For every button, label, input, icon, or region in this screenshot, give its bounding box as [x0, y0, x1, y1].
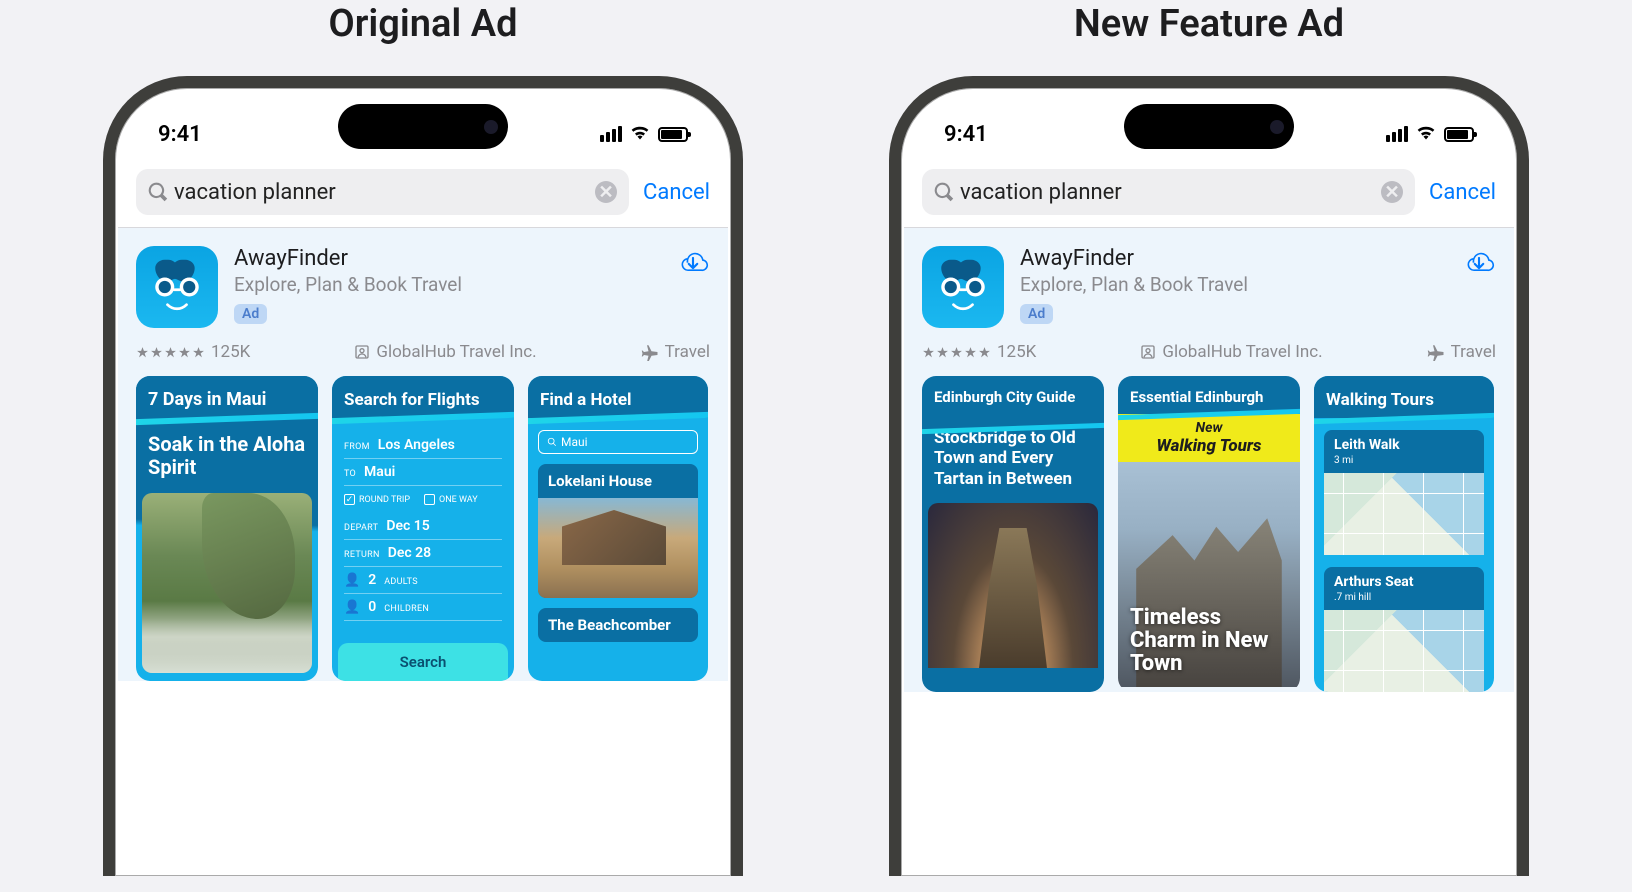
walking-tours-banner: New Walking Tours — [1118, 414, 1300, 462]
screenshot-card-essential-edinburgh[interactable]: Essential Edinburgh New Walking Tours Ti… — [1118, 376, 1300, 692]
signal-icon — [1386, 126, 1408, 142]
clear-search-button[interactable]: ✕ — [595, 181, 617, 203]
plane-icon — [1427, 343, 1445, 361]
category: Travel — [641, 342, 710, 362]
rating: 125K — [922, 342, 1036, 362]
app-icon[interactable] — [136, 246, 218, 328]
app-tagline: Explore, Plan & Book Travel — [1020, 273, 1446, 296]
tour-arthurs-seat[interactable]: Arthurs Seat .7 mi hill — [1324, 567, 1484, 692]
new-feature-ad-column: New Feature Ad 9:41 vacation planner ✕ C… — [889, 0, 1529, 892]
download-button[interactable] — [1462, 246, 1496, 284]
screenshot-card-flights[interactable]: Search for Flights FROMLos Angeles TOMau… — [332, 376, 514, 681]
screenshot-card-walking-tours[interactable]: Walking Tours Leith Walk 3 mi Arthurs Se… — [1314, 376, 1494, 692]
battery-icon — [658, 127, 688, 142]
clear-search-button[interactable]: ✕ — [1381, 181, 1403, 203]
search-input[interactable]: vacation planner ✕ — [922, 169, 1415, 215]
phone-mockup-right: 9:41 vacation planner ✕ Cancel — [889, 76, 1529, 876]
star-icon — [136, 346, 205, 359]
wifi-icon — [1416, 124, 1436, 144]
screenshot-card-hotel[interactable]: Find a Hotel Maui Lokelani House — [528, 376, 708, 681]
phone-mockup-left: 9:41 vacation planner ✕ Cancel — [103, 76, 743, 876]
maui-image — [142, 493, 312, 673]
dynamic-island — [338, 104, 508, 149]
heading-original: Original Ad — [329, 2, 518, 46]
developer: GlobalHub Travel Inc. — [354, 342, 536, 362]
flight-search-button[interactable]: Search — [338, 643, 508, 681]
cancel-button[interactable]: Cancel — [1429, 180, 1496, 205]
hotel-search-input[interactable]: Maui — [538, 430, 698, 454]
wifi-icon — [630, 124, 650, 144]
ad-result: AwayFinder Explore, Plan & Book Travel A… — [118, 228, 728, 681]
ad-badge: Ad — [1020, 304, 1053, 324]
developer: GlobalHub Travel Inc. — [1140, 342, 1322, 362]
cancel-button[interactable]: Cancel — [643, 180, 710, 205]
heading-new: New Feature Ad — [1074, 2, 1344, 46]
status-time: 9:41 — [158, 122, 202, 147]
search-input[interactable]: vacation planner ✕ — [136, 169, 629, 215]
developer-icon — [1140, 344, 1156, 360]
tour-leith-walk[interactable]: Leith Walk 3 mi — [1324, 430, 1484, 555]
edinburgh-image — [928, 503, 1098, 668]
battery-icon — [1444, 127, 1474, 142]
hotel-image — [538, 498, 698, 598]
map-thumbnail — [1324, 610, 1484, 692]
app-name: AwayFinder — [234, 246, 660, 271]
star-icon — [922, 346, 991, 359]
app-icon[interactable] — [922, 246, 1004, 328]
original-ad-column: Original Ad 9:41 vacation planner ✕ Canc… — [103, 0, 743, 892]
search-icon — [934, 182, 954, 202]
app-name: AwayFinder — [1020, 246, 1446, 271]
map-thumbnail — [1324, 473, 1484, 555]
search-row: vacation planner ✕ Cancel — [118, 155, 728, 228]
category: Travel — [1427, 342, 1496, 362]
search-icon — [148, 182, 168, 202]
app-tagline: Explore, Plan & Book Travel — [234, 273, 660, 296]
ad-badge: Ad — [234, 304, 267, 324]
castle-image: Timeless Charm in New Town — [1118, 462, 1300, 687]
search-text: vacation planner — [174, 180, 595, 205]
rating: 125K — [136, 342, 250, 362]
plane-icon — [641, 343, 659, 361]
screenshot-card-maui[interactable]: 7 Days in Maui Soak in the Aloha Spirit — [136, 376, 318, 681]
status-time: 9:41 — [944, 122, 988, 147]
download-button[interactable] — [676, 246, 710, 284]
ad-result: AwayFinder Explore, Plan & Book Travel A… — [904, 228, 1514, 692]
developer-icon — [354, 344, 370, 360]
app-meta-row: 125K GlobalHub Travel Inc. Travel — [136, 328, 728, 376]
dynamic-island — [1124, 104, 1294, 149]
signal-icon — [600, 126, 622, 142]
screenshot-card-edinburgh-guide[interactable]: Edinburgh City Guide Stockbridge to Old … — [922, 376, 1104, 692]
